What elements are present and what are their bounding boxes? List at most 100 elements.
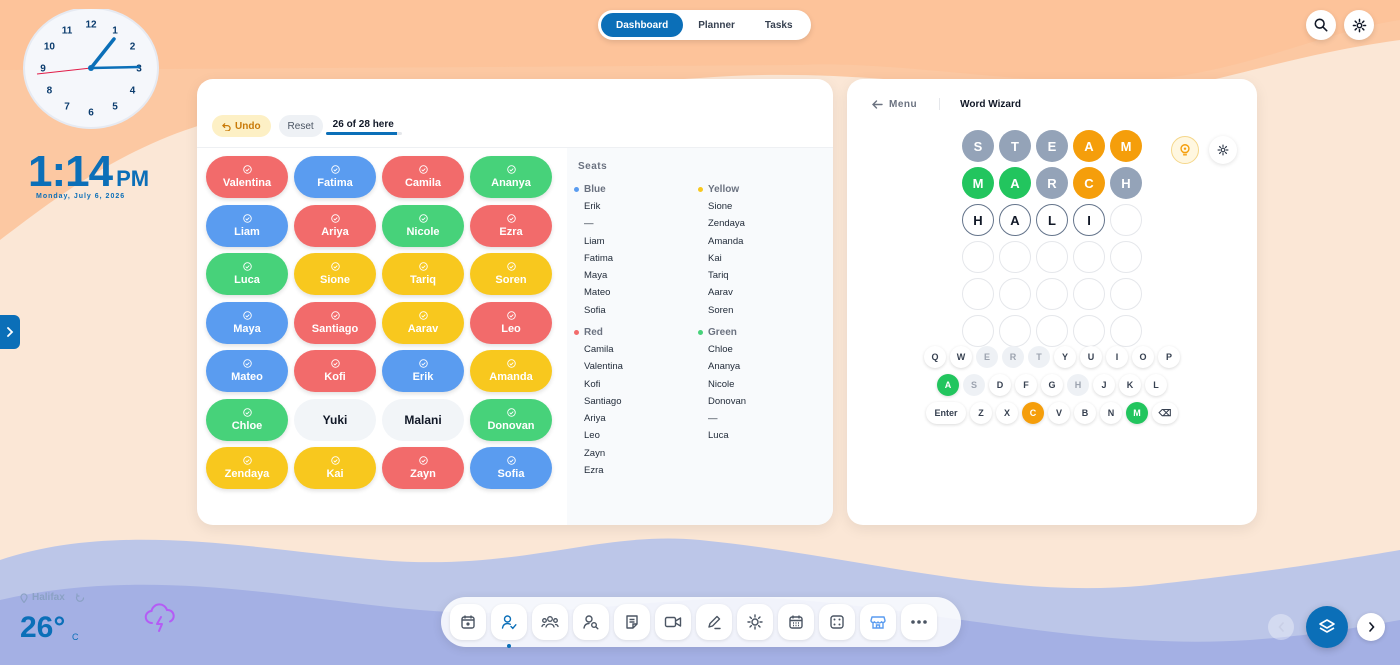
key[interactable]: W (950, 346, 972, 368)
seat-card[interactable]: Ariya (294, 204, 376, 247)
dock-groups[interactable] (532, 604, 568, 640)
group-member: Ananya (708, 361, 741, 373)
next-page-button[interactable] (1357, 613, 1385, 641)
key[interactable]: D (989, 374, 1011, 396)
seat-card[interactable]: Nicole (382, 204, 464, 247)
dock-more[interactable] (901, 604, 937, 640)
backspace-key[interactable]: ⌫ (1152, 402, 1178, 424)
weather-location-label: Halifax (32, 592, 65, 603)
key[interactable]: V (1048, 402, 1070, 424)
tab-dashboard[interactable]: Dashboard (601, 13, 684, 37)
seat-card[interactable]: Kofi (294, 350, 376, 392)
refresh-icon[interactable] (75, 592, 85, 603)
time-hm: 1:14 (28, 147, 113, 196)
seat-card[interactable]: Maya (206, 301, 288, 344)
dock-calendar[interactable] (778, 604, 814, 640)
key[interactable]: U (1080, 346, 1102, 368)
letter-tile (1110, 315, 1142, 347)
key[interactable]: G (1041, 374, 1063, 396)
undo-button[interactable]: Undo (212, 115, 271, 137)
tab-planner[interactable]: Planner (683, 13, 750, 37)
key[interactable]: S (963, 374, 985, 396)
key[interactable]: T (1028, 346, 1050, 368)
key[interactable]: K (1119, 374, 1141, 396)
seat-card[interactable]: Soren (470, 253, 552, 295)
seat-card[interactable]: Zendaya (206, 447, 288, 489)
enter-key[interactable]: Enter (926, 402, 966, 424)
key[interactable]: B (1074, 402, 1096, 424)
seat-card[interactable]: Malani (382, 398, 464, 441)
seating-widget: Undo Reset 26 of 28 here Valentina Fatima… (197, 79, 833, 525)
key[interactable]: C (1022, 402, 1044, 424)
key[interactable]: M (1126, 402, 1148, 424)
seat-card[interactable]: Kai (294, 447, 376, 489)
seat-card[interactable]: Luca (206, 253, 288, 295)
seat-card[interactable]: Camila (382, 156, 464, 198)
group-header: Yellow (698, 184, 745, 195)
key[interactable]: Z (970, 402, 992, 424)
key[interactable]: Y (1054, 346, 1076, 368)
seat-card[interactable]: Tariq (382, 253, 464, 295)
group-name: Blue (584, 184, 606, 195)
key[interactable]: J (1093, 374, 1115, 396)
seat-card[interactable]: Fatima (294, 156, 376, 198)
seat-card[interactable]: Leo (470, 301, 552, 344)
key[interactable]: R (1002, 346, 1024, 368)
seat-name: Santiago (311, 322, 359, 335)
analog-clock: 121234567891011 (23, 9, 159, 129)
key[interactable]: E (976, 346, 998, 368)
dock-calendar-star[interactable] (450, 604, 486, 640)
layers-button[interactable] (1306, 606, 1348, 648)
reset-button[interactable]: Reset (278, 115, 323, 137)
seat-card[interactable]: Erik (382, 350, 464, 392)
seat-card[interactable]: Ananya (470, 156, 552, 198)
seat-card[interactable]: Sione (294, 253, 376, 295)
dock-name-picker[interactable] (573, 604, 609, 640)
menu-button[interactable]: Menu (872, 99, 917, 110)
search-button[interactable] (1306, 10, 1336, 40)
key[interactable]: O (1132, 346, 1154, 368)
previous-page-button[interactable] (1268, 614, 1294, 640)
seat-card[interactable]: Santiago (294, 301, 376, 344)
group-member: Nicole (708, 378, 735, 390)
dock-draw[interactable] (696, 604, 732, 640)
seat-name: Donovan (487, 419, 535, 432)
group-member: Erik (584, 201, 601, 212)
seat-card[interactable]: Ezra (470, 204, 552, 247)
group-color-dot (698, 187, 703, 192)
word-wizard-settings-button[interactable] (1209, 136, 1237, 164)
layers-icon (1319, 619, 1335, 633)
seat-card[interactable]: Zayn (382, 447, 464, 489)
seat-card[interactable]: Yuki (294, 398, 376, 441)
seat-card[interactable]: Donovan (470, 398, 552, 441)
key[interactable]: H (1067, 374, 1089, 396)
key[interactable]: F (1015, 374, 1037, 396)
seat-card[interactable]: Chloe (206, 398, 288, 441)
seat-card[interactable]: Mateo (206, 350, 288, 392)
settings-button[interactable] (1344, 10, 1374, 40)
key[interactable]: A (937, 374, 959, 396)
seat-card[interactable]: Liam (206, 204, 288, 247)
seat-card[interactable]: Amanda (470, 350, 552, 392)
sidebar-toggle[interactable] (0, 315, 20, 349)
dock-attendance[interactable] (491, 604, 527, 648)
seat-card[interactable]: Sofia (470, 447, 552, 489)
key[interactable]: I (1106, 346, 1128, 368)
name-picker-icon (583, 615, 599, 630)
key[interactable]: L (1145, 374, 1167, 396)
dock-dice[interactable] (819, 604, 855, 640)
dock-video[interactable] (655, 604, 691, 640)
tab-tasks[interactable]: Tasks (750, 13, 808, 37)
key[interactable]: P (1158, 346, 1180, 368)
key[interactable]: N (1100, 402, 1122, 424)
key[interactable]: X (996, 402, 1018, 424)
dock-notes[interactable] (614, 604, 650, 640)
dock-store[interactable] (860, 604, 896, 640)
seat-card[interactable]: Aarav (382, 301, 464, 344)
hint-button[interactable] (1171, 136, 1199, 164)
seat-card[interactable]: Valentina (206, 156, 288, 198)
group-member: Fatima (584, 252, 614, 264)
dock-brightness[interactable] (737, 604, 773, 640)
group-name: Green (708, 327, 737, 338)
key[interactable]: Q (924, 346, 946, 368)
